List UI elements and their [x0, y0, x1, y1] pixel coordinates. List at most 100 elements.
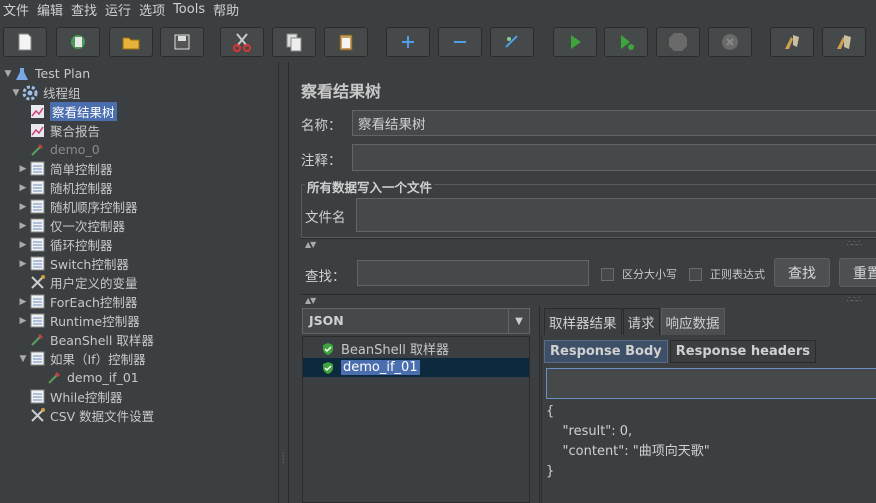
- chevron-down-icon[interactable]: ▼: [508, 309, 529, 333]
- case-sensitive-checkbox[interactable]: 区分大小写: [601, 266, 677, 282]
- tree-item[interactable]: CSV 数据文件设置: [17, 406, 154, 425]
- gear-icon: [22, 85, 38, 101]
- expand-arrow-icon[interactable]: ▶: [17, 259, 29, 269]
- tree-item[interactable]: ▶ ForEach控制器: [17, 292, 137, 311]
- cut-button[interactable]: [220, 27, 264, 57]
- filename-field[interactable]: [356, 198, 876, 232]
- controller-icon: [29, 180, 45, 196]
- success-check-icon: [321, 361, 335, 375]
- save-button[interactable]: [160, 27, 204, 57]
- tree-item[interactable]: 用户定义的变量: [17, 273, 138, 292]
- tree-item[interactable]: demo_0: [17, 140, 100, 159]
- result-row[interactable]: demo_if_01: [303, 358, 529, 377]
- expand-arrow-icon[interactable]: ▶: [17, 183, 29, 193]
- menu-run[interactable]: 运行: [102, 0, 136, 19]
- tree-item[interactable]: ▶ 循环控制器: [17, 235, 113, 254]
- expand-arrow-icon[interactable]: ▶: [17, 316, 29, 326]
- shutdown-button[interactable]: [708, 27, 752, 57]
- collapse-icon: [454, 41, 466, 43]
- tree-item[interactable]: ▶ Switch控制器: [17, 254, 129, 273]
- name-field[interactable]: [352, 110, 876, 136]
- open-icon: [122, 37, 140, 50]
- tree-thread-group[interactable]: ▼ 线程组: [10, 83, 81, 102]
- stop-button[interactable]: [656, 27, 700, 57]
- new-button[interactable]: [3, 27, 47, 57]
- tab-response-headers[interactable]: Response headers: [669, 340, 817, 363]
- comment-field[interactable]: [352, 144, 876, 171]
- start-icon: [571, 35, 581, 49]
- clear-icon: [785, 35, 799, 49]
- clear-all-button[interactable]: [822, 27, 866, 57]
- regex-checkbox[interactable]: 正则表达式: [689, 266, 765, 282]
- start-no-pause-button[interactable]: [604, 27, 648, 57]
- tree-item[interactable]: 聚合报告: [17, 121, 100, 140]
- tree-root[interactable]: ▼ Test Plan: [2, 64, 91, 83]
- tree-item[interactable]: ▼ 如果（If）控制器: [17, 349, 146, 368]
- menu-bar: 文件 编辑 查找 运行 选项 Tools 帮助: [0, 0, 876, 19]
- expand-arrow-icon[interactable]: ▶: [17, 164, 29, 174]
- tree-item[interactable]: ▶ 随机顺序控制器: [17, 197, 138, 216]
- menu-edit[interactable]: 编辑: [34, 0, 68, 19]
- menu-help[interactable]: 帮助: [210, 0, 244, 19]
- results-splitter[interactable]: [533, 306, 540, 503]
- collapse-button[interactable]: [438, 27, 482, 57]
- toolbar: [0, 24, 876, 60]
- collapse-arrow-icon[interactable]: ▼: [2, 69, 14, 79]
- divider[interactable]: ▲▼ ∴∴∴: [301, 294, 876, 305]
- tab-response-body[interactable]: Response Body: [544, 340, 668, 363]
- wrench-icon: [29, 275, 45, 291]
- copy-button[interactable]: [272, 27, 316, 57]
- expand-arrow-icon[interactable]: ▼: [17, 354, 29, 364]
- reset-button[interactable]: 重置: [839, 258, 876, 287]
- templates-button[interactable]: [56, 27, 100, 57]
- tree-item[interactable]: ▶ 仅一次控制器: [17, 216, 125, 235]
- result-tabs: 取样器结果 请求 响应数据: [544, 308, 726, 335]
- test-plan-tree[interactable]: ▼ Test Plan ▼ 线程组 察看结果树 聚合报告 demo_0 ▶ 简单控制器 ▶…: [0, 62, 279, 503]
- expand-button[interactable]: [386, 27, 430, 57]
- clear-button[interactable]: [770, 27, 814, 57]
- tree-splitter[interactable]: · · · ·: [279, 62, 289, 503]
- controller-icon: [29, 389, 45, 405]
- tab-request[interactable]: 请求: [622, 308, 660, 335]
- tab-response-data[interactable]: 响应数据: [660, 308, 725, 335]
- response-filter-input[interactable]: [546, 368, 876, 399]
- pipette-icon: [29, 332, 45, 348]
- search-input[interactable]: [357, 260, 589, 286]
- renderer-select[interactable]: JSON ▼: [302, 308, 530, 334]
- page-title: 察看结果树: [301, 82, 382, 101]
- tree-item[interactable]: BeanShell 取样器: [17, 330, 154, 349]
- chart-icon: [29, 123, 45, 139]
- cut-icon: [233, 33, 251, 52]
- tab-sampler-result[interactable]: 取样器结果: [544, 308, 622, 335]
- paste-button[interactable]: [324, 27, 368, 57]
- tree-item[interactable]: demo_if_01: [34, 368, 139, 387]
- pipette-icon: [29, 142, 45, 158]
- divider[interactable]: ▲▼ ∴∴∴: [301, 238, 876, 249]
- menu-file[interactable]: 文件: [0, 0, 34, 19]
- save-icon: [174, 34, 190, 50]
- paste-icon: [339, 34, 353, 51]
- tree-item[interactable]: ▶ 随机控制器: [17, 178, 113, 197]
- collapse-arrow-icon[interactable]: ▼: [10, 88, 22, 98]
- chart-icon: [29, 104, 45, 120]
- response-body-text: { "result": 0, "content": "曲项向天歌" }: [546, 404, 710, 479]
- tree-item[interactable]: ▶ 简单控制器: [17, 159, 113, 178]
- menu-search[interactable]: 查找: [68, 0, 102, 19]
- start-button[interactable]: [553, 27, 597, 57]
- tree-item[interactable]: ▶ Runtime控制器: [17, 311, 140, 330]
- result-row[interactable]: BeanShell 取样器: [303, 339, 529, 358]
- expand-arrow-icon[interactable]: ▶: [17, 221, 29, 231]
- clear-all-icon: [837, 35, 851, 49]
- menu-options[interactable]: 选项: [136, 0, 170, 19]
- expand-arrow-icon[interactable]: ▶: [17, 202, 29, 212]
- search-button[interactable]: 查找: [774, 258, 830, 287]
- sample-result-list[interactable]: BeanShell 取样器 demo_if_01: [302, 336, 530, 503]
- toggle-button[interactable]: [490, 27, 534, 57]
- expand-arrow-icon[interactable]: ▶: [17, 297, 29, 307]
- menu-tools[interactable]: Tools: [170, 2, 210, 17]
- tree-item[interactable]: 察看结果树: [17, 102, 117, 121]
- tree-item[interactable]: While控制器: [17, 387, 122, 406]
- expand-arrow-icon[interactable]: ▶: [17, 240, 29, 250]
- file-group-title: 所有数据写入一个文件: [305, 177, 435, 196]
- open-button[interactable]: [109, 27, 153, 57]
